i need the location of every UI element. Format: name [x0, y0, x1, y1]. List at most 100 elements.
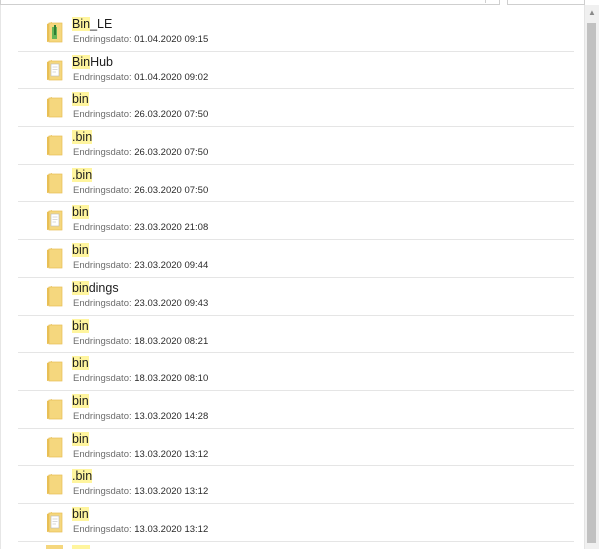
- folder-icon: [46, 398, 63, 420]
- file-list-item[interactable]: .bin Endringsdato: 26.03.2020 07:50: [18, 165, 574, 203]
- search-match-highlight: Bin: [72, 54, 91, 69]
- file-list-item[interactable]: bin Endringsdato: 23.03.2020 21:08: [18, 202, 574, 241]
- modified-date-value: 18.03.2020 08:10: [134, 373, 209, 385]
- file-list: Bin_LE Endringsdato: 01.04.2020 09:15 BinH…: [18, 14, 574, 542]
- modified-date-value: 26.03.2020 07:50: [134, 184, 209, 196]
- file-list-item[interactable]: .bin Endringsdato: 26.03.2020 07:50: [18, 127, 574, 165]
- modified-date-value: 26.03.2020 07:50: [134, 147, 209, 159]
- modified-date-label: Endringsdato:: [73, 34, 132, 45]
- modified-date: Endringsdato: 13.03.2020 14:28: [73, 411, 208, 423]
- file-name: bin: [72, 356, 89, 371]
- search-match-highlight: bin: [72, 318, 89, 333]
- file-name: bin: [72, 92, 89, 107]
- search-match-highlight: bin: [72, 356, 89, 371]
- search-match-highlight: .bin: [72, 469, 93, 484]
- modified-date: Endringsdato: 26.03.2020 07:50: [73, 185, 208, 197]
- modified-date-label: Endringsdato:: [73, 523, 132, 535]
- document-folder-icon: [46, 209, 63, 231]
- folder-icon: [46, 172, 63, 194]
- modified-date-label: Endringsdato:: [73, 486, 132, 498]
- file-list-item[interactable]: bin Endringsdato: 13.03.2020 13:12: [18, 504, 574, 542]
- folder-icon: [46, 285, 63, 307]
- search-box[interactable]: [507, 0, 585, 5]
- scroll-up-arrow-icon[interactable]: ▲: [585, 5, 599, 21]
- folder-icon: [46, 247, 63, 269]
- file-name-rest: _LE: [90, 17, 113, 31]
- file-list-item[interactable]: bin Endringsdato: 23.03.2020 09:44: [18, 240, 574, 278]
- modified-date: Endringsdato: 23.03.2020 09:44: [73, 260, 208, 272]
- modified-date: Endringsdato: 01.04.2020 09:02: [73, 72, 208, 84]
- modified-date-label: Endringsdato:: [73, 448, 132, 460]
- modified-date-value: 23.03.2020 09:43: [134, 297, 209, 309]
- modified-date-value: 23.03.2020 21:08: [134, 222, 209, 234]
- modified-date: Endringsdato: 13.03.2020 13:12: [73, 524, 208, 536]
- file-name: bin: [72, 243, 89, 258]
- toolbar-strip: [0, 0, 600, 5]
- search-match-highlight: bin: [72, 393, 89, 408]
- partial-item-highlight: [72, 545, 90, 549]
- file-name: BinHub: [72, 54, 114, 70]
- modified-date-value: 13.03.2020 13:12: [134, 523, 209, 535]
- modified-date-label: Endringsdato:: [73, 147, 132, 159]
- modified-date: Endringsdato: 23.03.2020 21:08: [73, 222, 208, 234]
- file-name: bindings: [72, 280, 119, 296]
- file-list-item[interactable]: bindings Endringsdato: 23.03.2020 09:43: [18, 278, 574, 316]
- search-match-highlight: bin: [72, 92, 89, 107]
- file-name: bin: [72, 393, 89, 409]
- document-folder-icon: [46, 511, 63, 533]
- file-name: .bin: [72, 167, 93, 183]
- file-list-item[interactable]: BinHub Endringsdato: 01.04.2020 09:02: [18, 52, 574, 90]
- file-name: bin: [72, 205, 89, 220]
- file-name: Bin_LE: [72, 17, 112, 32]
- modified-date: Endringsdato: 01.04.2020 09:15: [73, 34, 208, 46]
- file-name: bin: [72, 431, 89, 447]
- document-folder-icon: [46, 59, 63, 81]
- folder-icon: [46, 96, 63, 118]
- vertical-scrollbar[interactable]: ▲: [584, 5, 599, 549]
- modified-date: Endringsdato: 26.03.2020 07:50: [73, 109, 208, 121]
- modified-date-label: Endringsdato:: [73, 109, 132, 121]
- file-name: .bin: [72, 469, 93, 484]
- app-folder-icon: [46, 21, 63, 43]
- search-match-highlight: bin: [72, 205, 89, 220]
- file-list-item[interactable]: .bin Endringsdato: 13.03.2020 13:12: [18, 466, 574, 504]
- modified-date-value: 01.04.2020 09:02: [134, 71, 209, 83]
- search-match-highlight: Bin: [72, 17, 91, 31]
- modified-date-value: 18.03.2020 08:21: [134, 335, 209, 347]
- search-match-highlight: bin: [72, 506, 89, 521]
- file-list-item[interactable]: bin Endringsdato: 26.03.2020 07:50: [18, 89, 574, 128]
- modified-date-label: Endringsdato:: [73, 373, 132, 385]
- modified-date: Endringsdato: 26.03.2020 07:50: [73, 147, 208, 159]
- file-name: bin: [72, 318, 89, 334]
- search-match-highlight: .bin: [72, 167, 93, 182]
- navigation-pane-edge: [0, 5, 1, 549]
- address-bar[interactable]: [0, 0, 500, 5]
- search-match-highlight: bin: [72, 431, 89, 446]
- file-list-item[interactable]: bin Endringsdato: 13.03.2020 13:12: [18, 429, 574, 467]
- file-list-item[interactable]: bin Endringsdato: 18.03.2020 08:10: [18, 353, 574, 391]
- folder-icon: [46, 473, 63, 495]
- file-name: bin: [72, 506, 89, 522]
- modified-date-value: 13.03.2020 14:28: [134, 410, 209, 422]
- modified-date: Endringsdato: 18.03.2020 08:21: [73, 336, 208, 348]
- file-list-item[interactable]: bin Endringsdato: 18.03.2020 08:21: [18, 316, 574, 354]
- address-bar-dropdown-divider: [485, 0, 486, 3]
- modified-date-value: 01.04.2020 09:15: [134, 34, 209, 45]
- file-name-rest: Hub: [90, 54, 114, 69]
- search-results-window: Bin_LE Endringsdato: 01.04.2020 09:15 BinH…: [0, 0, 600, 549]
- file-list-item[interactable]: bin Endringsdato: 13.03.2020 14:28: [18, 391, 574, 429]
- modified-date-value: 13.03.2020 13:12: [134, 486, 209, 498]
- modified-date-label: Endringsdato:: [73, 222, 132, 234]
- modified-date-label: Endringsdato:: [73, 335, 132, 347]
- modified-date: Endringsdato: 23.03.2020 09:43: [73, 298, 208, 310]
- scroll-thumb[interactable]: [587, 23, 596, 543]
- file-name: .bin: [72, 130, 93, 145]
- folder-icon: [46, 360, 63, 382]
- search-match-highlight: .bin: [72, 130, 93, 145]
- folder-icon: [46, 134, 63, 156]
- modified-date-label: Endringsdato:: [73, 71, 132, 83]
- modified-date-label: Endringsdato:: [73, 184, 132, 196]
- modified-date: Endringsdato: 18.03.2020 08:10: [73, 373, 208, 385]
- modified-date-label: Endringsdato:: [73, 297, 132, 309]
- file-list-item[interactable]: Bin_LE Endringsdato: 01.04.2020 09:15: [18, 14, 574, 52]
